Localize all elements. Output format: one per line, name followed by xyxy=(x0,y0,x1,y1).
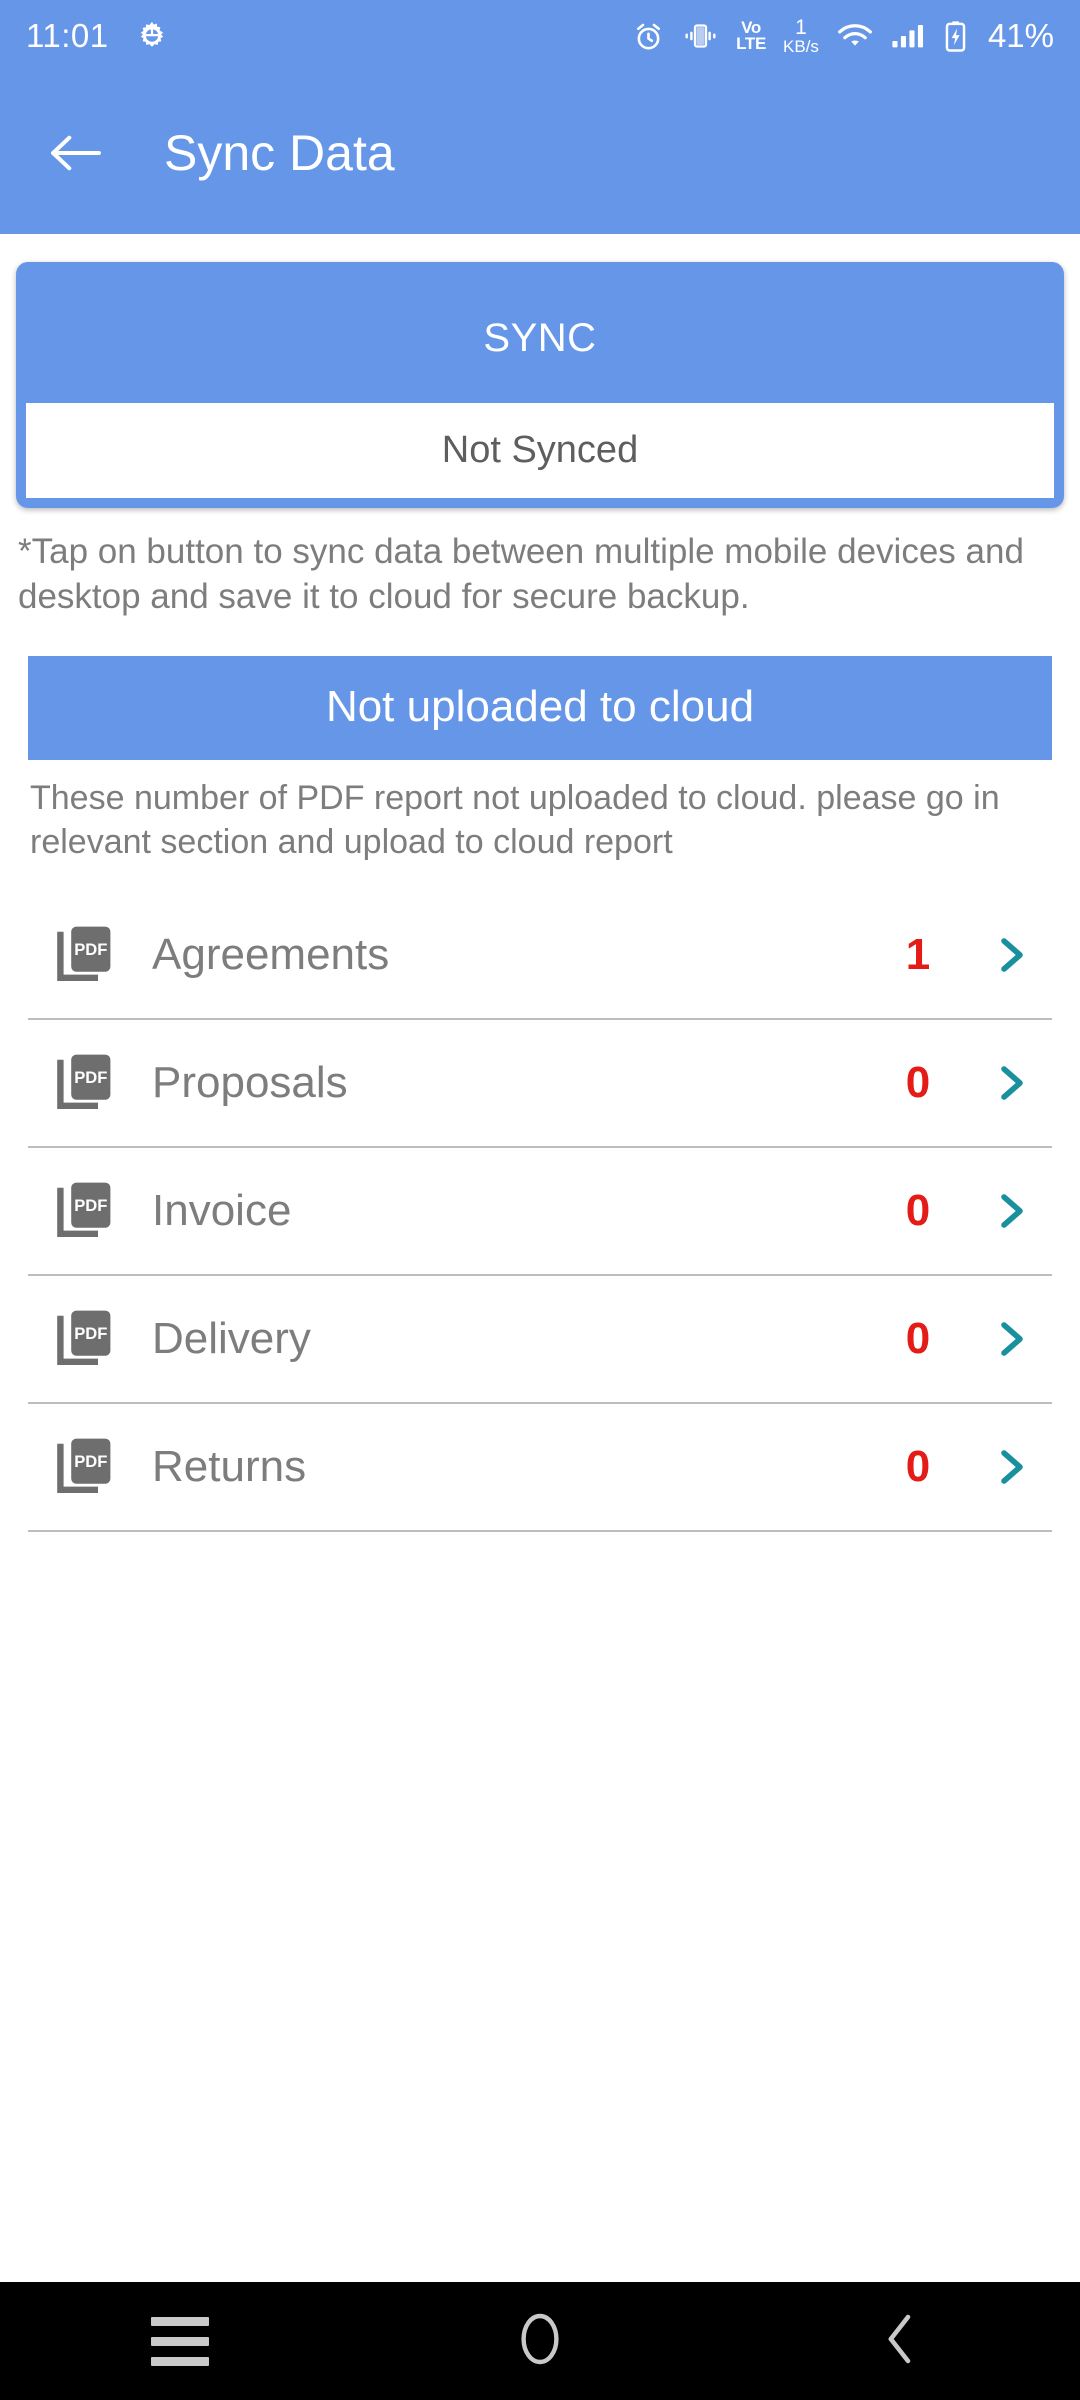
svg-text:PDF: PDF xyxy=(74,1068,107,1087)
recents-button[interactable] xyxy=(0,2316,360,2366)
cellular-signal-icon xyxy=(891,21,925,51)
svg-text:PDF: PDF xyxy=(74,1324,107,1343)
chevron-right-icon[interactable] xyxy=(994,1187,1030,1235)
list-item-count: 0 xyxy=(905,1057,931,1107)
chevron-right-icon[interactable] xyxy=(994,1059,1030,1107)
sync-status-field: Not Synced xyxy=(26,403,1054,498)
status-bar-clock: 11:01 xyxy=(26,17,109,54)
list-item-count: 0 xyxy=(905,1313,931,1363)
list-item-count: 1 xyxy=(905,929,931,979)
list-item[interactable]: PDF Returns 0 xyxy=(28,1404,1052,1532)
list-item-label: Delivery xyxy=(152,1313,311,1363)
not-uploaded-banner: Not uploaded to cloud xyxy=(28,655,1052,760)
list-item-label: Returns xyxy=(152,1441,307,1491)
back-arrow-icon[interactable] xyxy=(46,123,106,183)
wifi-icon xyxy=(836,21,874,51)
phone-screen: 11:01 Vo LTE 1 KB/s 41% Sync Data SYNC N… xyxy=(0,0,1080,2400)
chevron-right-icon[interactable] xyxy=(994,931,1030,979)
main-content: SYNC Not Synced *Tap on button to sync d… xyxy=(0,262,1080,1532)
list-item[interactable]: PDF Proposals 0 xyxy=(28,1020,1052,1148)
page-title: Sync Data xyxy=(164,125,395,181)
gear-icon xyxy=(135,19,169,53)
not-uploaded-description: These number of PDF report not uploaded … xyxy=(30,778,1000,861)
network-speed-indicator: 1 KB/s xyxy=(783,17,819,55)
status-bar-left: 11:01 xyxy=(26,17,169,55)
battery-charging-icon xyxy=(942,20,969,53)
home-button[interactable] xyxy=(360,2309,720,2374)
sync-status-value: Not Synced xyxy=(441,429,639,471)
battery-percent-label: 41% xyxy=(987,17,1054,54)
vibrate-icon xyxy=(682,21,719,51)
svg-text:PDF: PDF xyxy=(74,1196,107,1215)
volte-bottom-label: LTE xyxy=(736,34,767,53)
list-item-label: Invoice xyxy=(152,1185,292,1235)
back-button[interactable] xyxy=(720,2311,1080,2372)
home-circle-icon xyxy=(517,2309,563,2374)
network-speed-value: 1 xyxy=(795,16,807,39)
back-chevron-icon xyxy=(880,2311,920,2372)
document-list: PDF Agreements 1 PDF Proposals 0 PDF Inv… xyxy=(0,892,1080,1532)
list-item-label: Proposals xyxy=(152,1057,348,1107)
network-speed-unit: KB/s xyxy=(783,37,819,56)
alarm-clock-icon xyxy=(632,20,665,53)
pdf-icon: PDF xyxy=(56,1436,116,1498)
list-item[interactable]: PDF Delivery 0 xyxy=(28,1276,1052,1404)
pdf-icon: PDF xyxy=(56,1180,116,1242)
app-bar: Sync Data xyxy=(0,72,1080,234)
sync-help-note: *Tap on button to sync data between mult… xyxy=(18,532,1024,616)
pdf-icon: PDF xyxy=(56,1052,116,1114)
recents-icon xyxy=(151,2316,209,2366)
pdf-icon: PDF xyxy=(56,1308,116,1370)
list-item-count: 0 xyxy=(905,1185,931,1235)
status-bar-right: Vo LTE 1 KB/s 41% xyxy=(632,17,1054,55)
sync-card[interactable]: SYNC Not Synced xyxy=(16,262,1064,508)
volte-icon: Vo LTE xyxy=(736,19,767,53)
status-bar: 11:01 Vo LTE 1 KB/s 41% xyxy=(0,0,1080,72)
list-item[interactable]: PDF Invoice 0 xyxy=(28,1148,1052,1276)
chevron-right-icon[interactable] xyxy=(994,1315,1030,1363)
sync-button-label[interactable]: SYNC xyxy=(26,272,1054,403)
list-item-count: 0 xyxy=(905,1441,931,1491)
list-item[interactable]: PDF Agreements 1 xyxy=(28,892,1052,1020)
list-item-label: Agreements xyxy=(152,929,390,979)
pdf-icon: PDF xyxy=(56,924,116,986)
chevron-right-icon[interactable] xyxy=(994,1443,1030,1491)
svg-text:PDF: PDF xyxy=(74,940,107,959)
svg-text:PDF: PDF xyxy=(74,1452,107,1471)
system-navigation-bar xyxy=(0,2282,1080,2400)
